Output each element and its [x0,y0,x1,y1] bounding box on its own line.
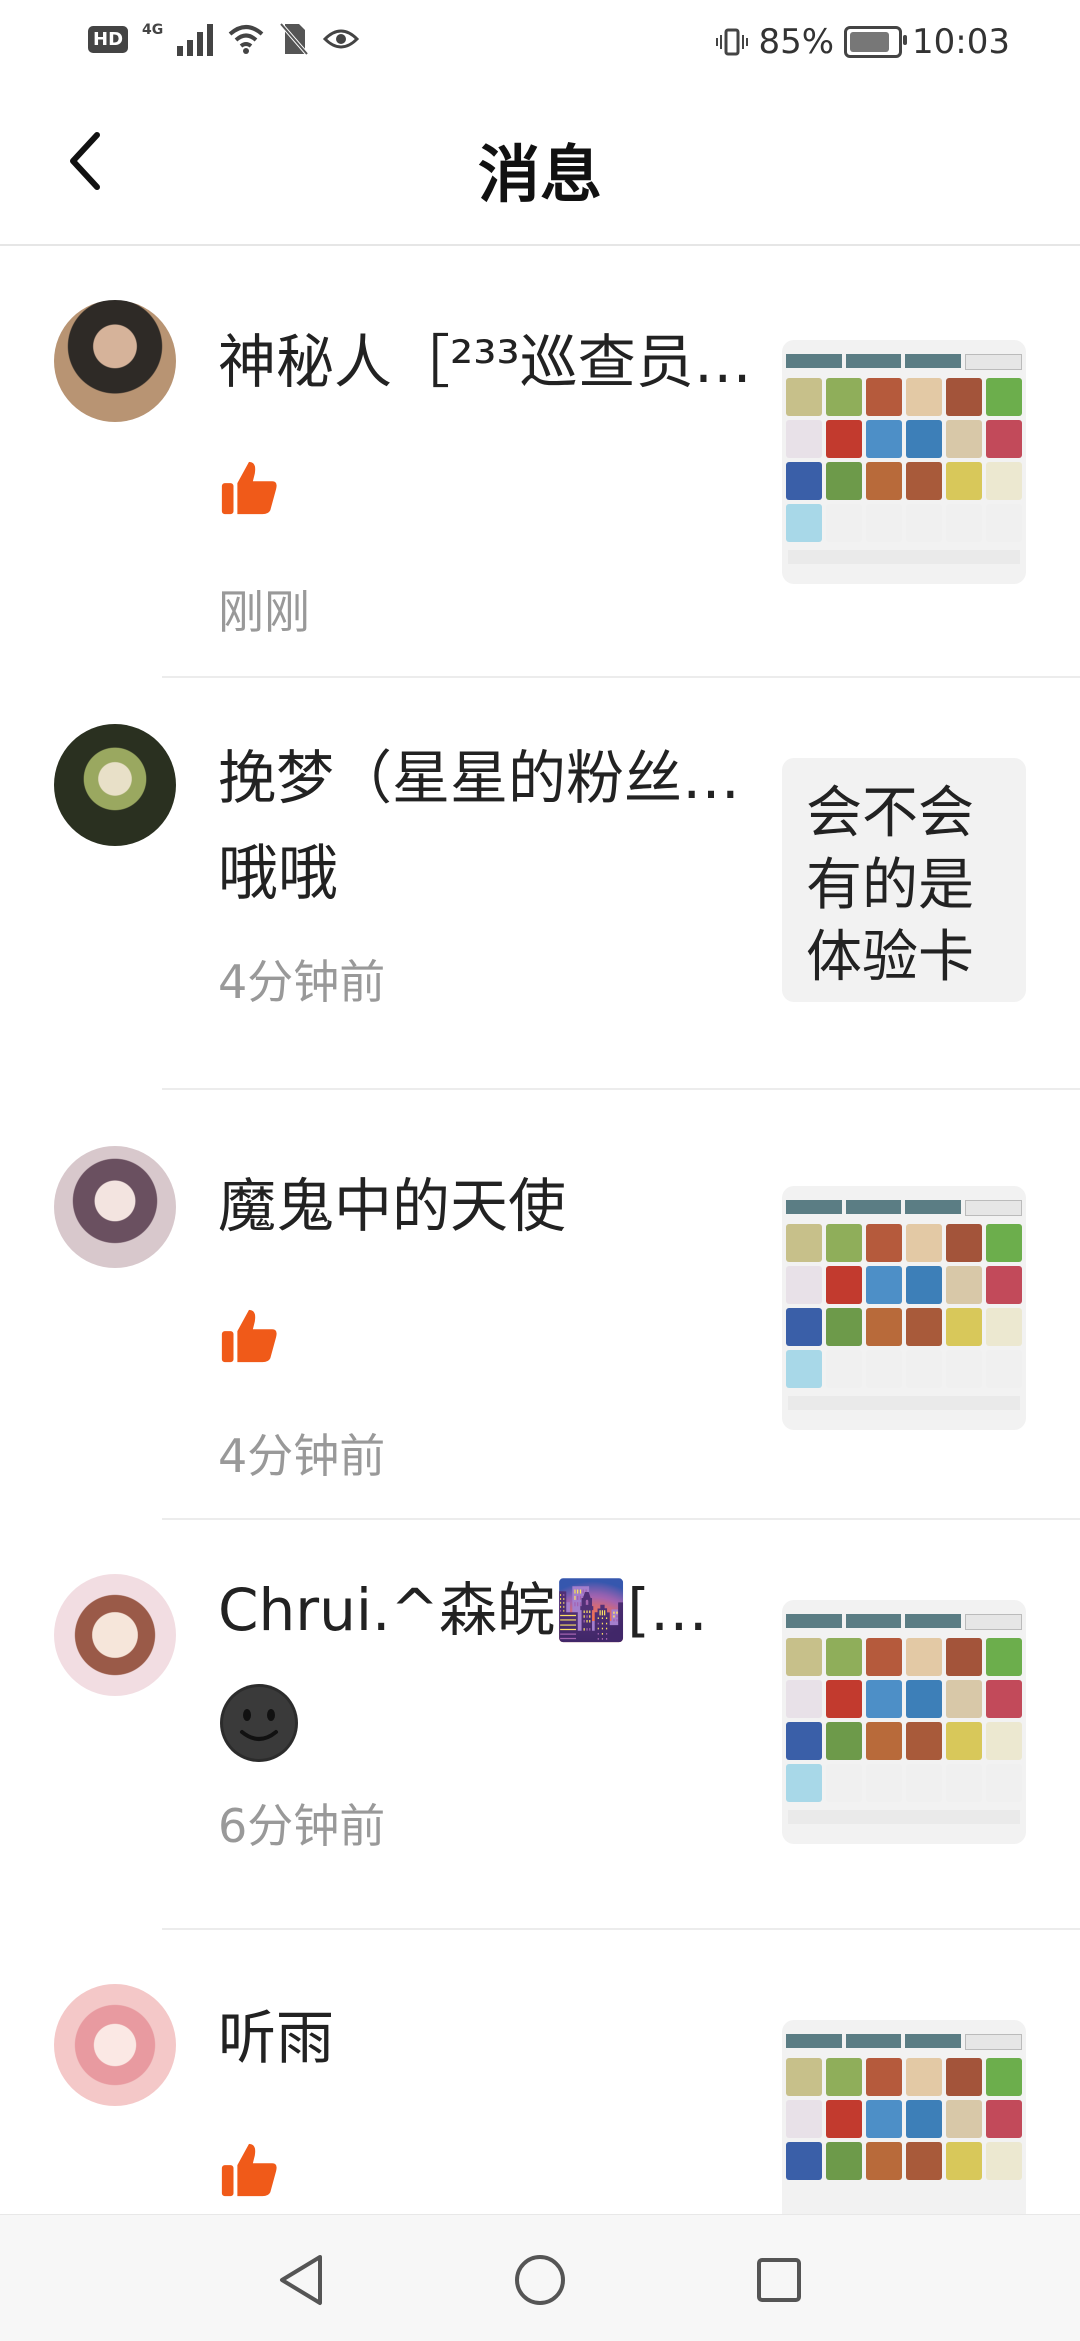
post-thumbnail[interactable] [782,1186,1026,1430]
avatar[interactable] [54,724,176,846]
battery-percent: 85% [758,22,835,62]
sender-name[interactable]: 挽梦（星星的粉丝… [218,742,758,814]
smiley-icon [220,1684,298,1762]
thumbs-up-icon [221,1309,277,1363]
list-item[interactable]: 听雨 [0,1930,1080,2264]
hd-icon: HD [88,25,129,53]
wifi-icon [228,25,264,54]
system-nav-bar [0,2214,1080,2341]
like-indicator [218,456,280,522]
list-item[interactable]: Chrui.^森皖🌆[巡… 6分钟前 [0,1520,1080,1930]
sender-name[interactable]: Chrui.^森皖🌆[巡… [218,1574,758,1646]
sender-name[interactable]: 魔鬼中的天使 [218,1170,758,1242]
time-label: 4分钟前 [218,1429,386,1483]
status-right-icons: 85% 10:03 [716,22,1010,62]
thumbnail-text: 会不会有的是体验卡 [806,781,974,990]
recents-square-icon [757,2258,801,2302]
reply-text: 哦哦 [218,839,338,909]
list-item[interactable]: 挽梦（星星的粉丝… 哦哦 4分钟前 会不会有的是体验卡 [0,678,1080,1090]
home-circle-icon [515,2255,565,2305]
battery-icon [844,26,908,58]
nav-home-button[interactable] [505,2245,575,2315]
network-type-label: 4G [142,22,164,38]
list-item[interactable]: 神秘人［²³³巡查员… 刚刚 [0,246,1080,678]
nav-back-button[interactable] [266,2245,336,2315]
like-indicator [218,2138,280,2204]
avatar[interactable] [54,1574,176,1696]
avatar[interactable] [54,1984,176,2106]
sender-name[interactable]: 神秘人［²³³巡查员… [218,326,758,398]
signal-icon [177,22,214,56]
post-thumbnail[interactable]: 会不会有的是体验卡 [782,758,1026,1002]
thumbs-up-icon [221,2143,277,2197]
reply-content: 哦哦 [218,838,338,910]
nav-recents-button[interactable] [744,2245,814,2315]
thumbs-up-icon [221,461,277,515]
no-sim-icon [279,22,309,56]
message-list: 神秘人［²³³巡查员… 刚刚 挽梦（星星的粉丝… 哦哦 4分钟前 会不会有的是体… [0,246,1080,2264]
sender-name[interactable]: 听雨 [218,2002,758,2074]
back-triangle-icon [280,2255,322,2305]
like-indicator [218,1304,280,1370]
top-bar: 消息 [0,84,1080,246]
eye-icon [323,29,360,49]
post-thumbnail[interactable] [782,1600,1026,1844]
page-title: 消息 [477,138,602,211]
avatar[interactable] [54,300,176,422]
emoji-content [218,1682,300,1768]
time-label: 刚刚 [218,585,310,639]
time-label: 4分钟前 [218,955,386,1009]
vibrate-icon [716,28,749,56]
list-item[interactable]: 魔鬼中的天使 4分钟前 [0,1090,1080,1520]
avatar[interactable] [54,1146,176,1268]
status-bar: HD 4G 85% 10:03 [0,0,1080,84]
status-left-icons: HD 4G [88,22,360,56]
post-thumbnail[interactable] [782,340,1026,584]
time-label: 6分钟前 [218,1799,386,1853]
clock: 10:03 [912,22,1010,62]
